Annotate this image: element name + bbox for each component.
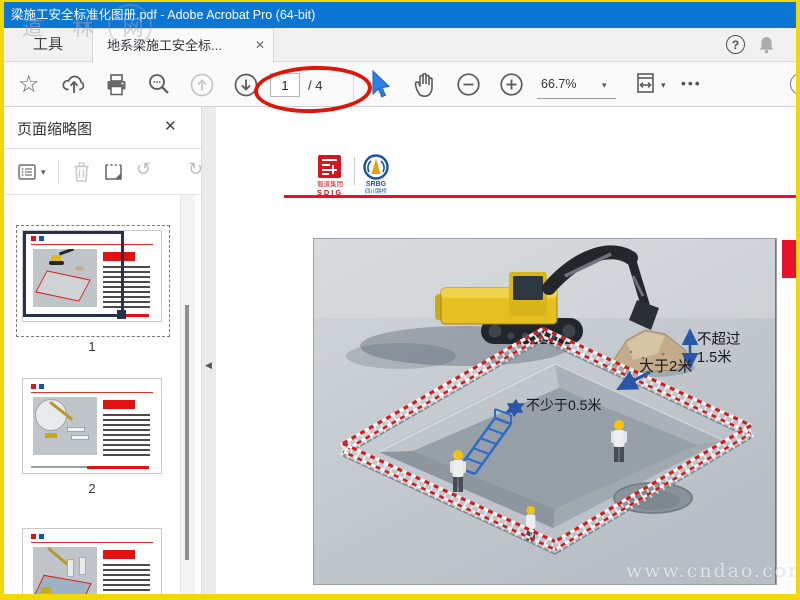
zoom-level-value[interactable]: 66.7%: [541, 77, 576, 91]
tab-document-label: 地系梁施工安全标...: [107, 38, 222, 53]
title-bar: 梁施工安全标准化图册.pdf - Adobe Acrobat Pro (64-b…: [4, 2, 796, 28]
tab-document[interactable]: 地系梁施工安全标... ✕: [92, 28, 274, 63]
annotation-max-height-line2: 1.5米: [697, 349, 732, 366]
mini-image-2: [33, 397, 97, 455]
select-cursor-icon[interactable]: [366, 69, 394, 100]
thumbnails-panel-close-icon[interactable]: ✕: [164, 117, 177, 135]
annotation-max-height-line1: 不超过: [697, 331, 741, 348]
page-number-input[interactable]: 1: [270, 73, 300, 97]
delete-pages-icon: [74, 162, 89, 182]
annotation-fence-distance: 大于2米: [639, 358, 692, 375]
page-watermark: www.cndao.com: [626, 560, 796, 582]
window-title: 梁施工安全标准化图册.pdf - Adobe Acrobat Pro (64-b…: [11, 8, 316, 22]
panel-divider[interactable]: ◀: [201, 107, 216, 594]
tab-tools[interactable]: 工具: [4, 28, 92, 62]
search-icon[interactable]: [146, 71, 173, 98]
thumbnails-panel: 页面缩略图 ✕ ▾ ↺ 1 2: [4, 107, 201, 594]
pdf-page-view: 蜀道集团 SDIG SRBG 四川路桥 不超过 1.5米 大于2米 不少于0.5…: [216, 107, 796, 594]
thumbnails-toolbar: ▾ ↺ ↻: [4, 149, 201, 195]
more-tools-icon[interactable]: •••: [681, 75, 702, 91]
notification-bell-icon[interactable]: [757, 35, 776, 55]
thumbnails-panel-title: 页面缩略图: [17, 121, 93, 138]
page-thumbnail-3[interactable]: [23, 529, 161, 594]
zoom-out-icon[interactable]: [456, 72, 482, 98]
next-page-icon[interactable]: [233, 72, 260, 99]
page-label-1: 1: [88, 339, 96, 354]
help-icon[interactable]: ?: [726, 35, 745, 54]
viewport-resize-handle[interactable]: [117, 310, 126, 319]
sdig-logo: [318, 155, 341, 178]
hand-tool-icon[interactable]: [411, 70, 439, 100]
zoom-underline: [537, 98, 616, 99]
fit-width-icon[interactable]: [632, 70, 658, 99]
previous-page-icon: [190, 73, 214, 97]
zoom-in-icon[interactable]: [499, 72, 525, 98]
share-cloud-icon[interactable]: [60, 71, 88, 99]
page-header-rule: [284, 195, 796, 198]
srbg-abbr: SRBG: [365, 181, 387, 188]
print-icon[interactable]: [103, 72, 130, 98]
collapse-panel-icon[interactable]: ◀: [205, 360, 212, 371]
rotate-left-icon: ↺: [136, 159, 152, 179]
acrobat-window: 梁施工安全标准化图册.pdf - Adobe Acrobat Pro (64-b…: [0, 0, 800, 600]
tab-close-icon[interactable]: ✕: [255, 38, 265, 52]
toolbar-separator: [353, 70, 354, 100]
caption-box-clipped: [782, 240, 796, 278]
logo-separator: [354, 157, 355, 185]
thumbnail-options-caret-icon[interactable]: ▾: [41, 167, 46, 178]
fit-dropdown-caret-icon[interactable]: ▾: [661, 80, 666, 91]
panel-toolbar-separator: [58, 159, 59, 185]
favorites-star-icon[interactable]: ☆: [18, 70, 40, 99]
thumbnails-list: 1 2: [4, 195, 201, 594]
page-total-label: / 4: [308, 78, 323, 93]
srbg-logo: [363, 154, 389, 180]
thumbnails-panel-header: 页面缩略图 ✕: [4, 107, 201, 149]
page-label-2: 2: [88, 481, 96, 496]
resize-pages-icon[interactable]: [102, 159, 126, 185]
rotate-right-icon: ↻: [188, 159, 201, 180]
thumbnail-options-icon[interactable]: [16, 160, 38, 184]
zoom-dropdown-caret-icon[interactable]: ▾: [602, 80, 607, 91]
annotation-edge-distance: 不少于0.5米: [526, 397, 601, 413]
panel-scrollbar-track[interactable]: [180, 195, 195, 594]
construction-scene-image: 不超过 1.5米 大于2米 不少于0.5米: [313, 238, 777, 585]
page-thumbnail-2[interactable]: [23, 379, 161, 473]
mini-image-3: [33, 547, 97, 594]
panel-scrollbar-thumb[interactable]: [185, 305, 189, 560]
thumbnail-viewport-rect[interactable]: [23, 231, 126, 319]
